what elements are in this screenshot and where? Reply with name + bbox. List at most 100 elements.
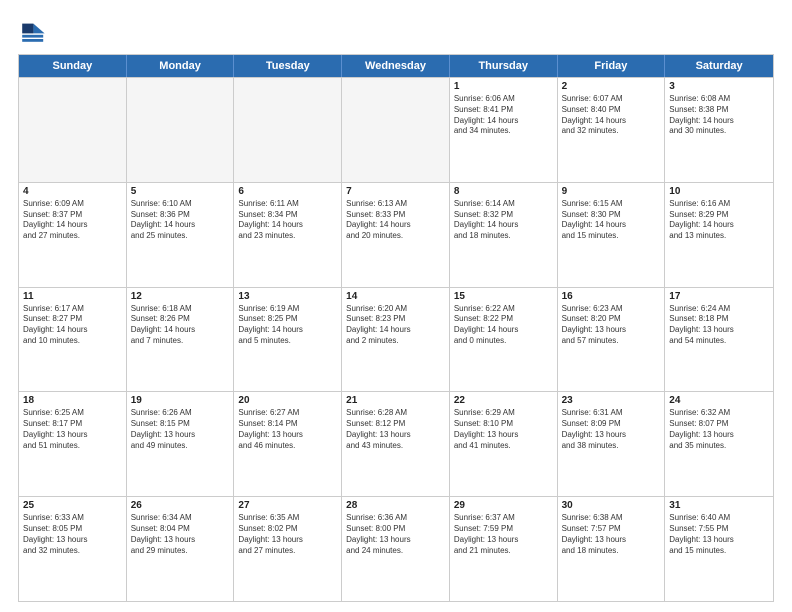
day-cell-9: 9Sunrise: 6:15 AM Sunset: 8:30 PM Daylig… [558, 183, 666, 287]
calendar-row-2: 11 Sunrise: 6:17 AM Sunset: 8:27 PM Dayli… [19, 287, 773, 392]
day-number: 1 [454, 81, 553, 92]
day-cell-31: 31Sunrise: 6:40 AM Sunset: 7:55 PM Dayli… [665, 497, 773, 601]
day-info: Sunrise: 6:09 AM Sunset: 8:37 PM Dayligh… [23, 199, 122, 242]
day-info: Sunrise: 6:35 AM Sunset: 8:02 PM Dayligh… [238, 513, 337, 556]
day-number: 30 [562, 500, 661, 511]
day-info: Sunrise: 6:13 AM Sunset: 8:33 PM Dayligh… [346, 199, 445, 242]
day-cell-2: 2 Sunrise: 6:07 AM Sunset: 8:40 PM Daylig… [558, 78, 666, 182]
day-cell-13: 13 Sunrise: 6:19 AM Sunset: 8:25 PM Dayli… [234, 288, 342, 392]
day-info: Sunrise: 6:16 AM Sunset: 8:29 PM Dayligh… [669, 199, 769, 242]
day-cell-19: 19Sunrise: 6:26 AM Sunset: 8:15 PM Dayli… [127, 392, 235, 496]
day-number: 17 [669, 291, 769, 302]
calendar-body: 1Sunrise: 6:06 AM Sunset: 8:41 PM Daylig… [19, 77, 773, 601]
header-day-thursday: Thursday [450, 55, 558, 77]
day-number: 5 [131, 186, 230, 197]
day-number: 15 [454, 291, 553, 302]
day-info: Sunrise: 6:32 AM Sunset: 8:07 PM Dayligh… [669, 408, 769, 451]
day-info: Sunrise: 6:33 AM Sunset: 8:05 PM Dayligh… [23, 513, 122, 556]
day-info: Sunrise: 6:11 AM Sunset: 8:34 PM Dayligh… [238, 199, 337, 242]
day-number: 7 [346, 186, 445, 197]
day-cell-21: 21 Sunrise: 6:28 AM Sunset: 8:12 PM Dayli… [342, 392, 450, 496]
day-cell-27: 27 Sunrise: 6:35 AM Sunset: 8:02 PM Dayli… [234, 497, 342, 601]
logo-icon [18, 18, 46, 46]
day-cell-4: 4 Sunrise: 6:09 AM Sunset: 8:37 PM Daylig… [19, 183, 127, 287]
day-cell-25: 25 Sunrise: 6:33 AM Sunset: 8:05 PM Dayli… [19, 497, 127, 601]
day-info: Sunrise: 6:27 AM Sunset: 8:14 PM Dayligh… [238, 408, 337, 451]
day-cell-8: 8Sunrise: 6:14 AM Sunset: 8:32 PM Daylig… [450, 183, 558, 287]
day-cell-7: 7 Sunrise: 6:13 AM Sunset: 8:33 PM Daylig… [342, 183, 450, 287]
day-number: 11 [23, 291, 122, 302]
calendar-header: SundayMondayTuesdayWednesdayThursdayFrid… [19, 55, 773, 77]
day-number: 4 [23, 186, 122, 197]
day-cell-17: 17 Sunrise: 6:24 AM Sunset: 8:18 PM Dayli… [665, 288, 773, 392]
day-cell-3: 3 Sunrise: 6:08 AM Sunset: 8:38 PM Daylig… [665, 78, 773, 182]
day-info: Sunrise: 6:22 AM Sunset: 8:22 PM Dayligh… [454, 304, 553, 347]
day-info: Sunrise: 6:31 AM Sunset: 8:09 PM Dayligh… [562, 408, 661, 451]
empty-cell-0-2 [234, 78, 342, 182]
day-cell-15: 15 Sunrise: 6:22 AM Sunset: 8:22 PM Dayli… [450, 288, 558, 392]
day-number: 19 [131, 395, 230, 406]
day-cell-23: 23 Sunrise: 6:31 AM Sunset: 8:09 PM Dayli… [558, 392, 666, 496]
day-cell-11: 11 Sunrise: 6:17 AM Sunset: 8:27 PM Dayli… [19, 288, 127, 392]
empty-cell-0-1 [127, 78, 235, 182]
day-info: Sunrise: 6:36 AM Sunset: 8:00 PM Dayligh… [346, 513, 445, 556]
day-cell-26: 26 Sunrise: 6:34 AM Sunset: 8:04 PM Dayli… [127, 497, 235, 601]
empty-cell-0-3 [342, 78, 450, 182]
day-number: 31 [669, 500, 769, 511]
day-number: 10 [669, 186, 769, 197]
header [18, 18, 774, 46]
day-info: Sunrise: 6:15 AM Sunset: 8:30 PM Dayligh… [562, 199, 661, 242]
day-info: Sunrise: 6:19 AM Sunset: 8:25 PM Dayligh… [238, 304, 337, 347]
logo [18, 18, 50, 46]
day-number: 12 [131, 291, 230, 302]
day-number: 27 [238, 500, 337, 511]
day-cell-28: 28 Sunrise: 6:36 AM Sunset: 8:00 PM Dayli… [342, 497, 450, 601]
header-day-tuesday: Tuesday [234, 55, 342, 77]
day-cell-30: 30 Sunrise: 6:38 AM Sunset: 7:57 PM Dayli… [558, 497, 666, 601]
header-day-friday: Friday [558, 55, 666, 77]
header-day-monday: Monday [127, 55, 235, 77]
header-day-wednesday: Wednesday [342, 55, 450, 77]
calendar-row-4: 25 Sunrise: 6:33 AM Sunset: 8:05 PM Dayli… [19, 496, 773, 601]
day-info: Sunrise: 6:29 AM Sunset: 8:10 PM Dayligh… [454, 408, 553, 451]
day-info: Sunrise: 6:24 AM Sunset: 8:18 PM Dayligh… [669, 304, 769, 347]
day-number: 23 [562, 395, 661, 406]
day-number: 14 [346, 291, 445, 302]
day-cell-1: 1Sunrise: 6:06 AM Sunset: 8:41 PM Daylig… [450, 78, 558, 182]
day-number: 18 [23, 395, 122, 406]
calendar-row-0: 1Sunrise: 6:06 AM Sunset: 8:41 PM Daylig… [19, 77, 773, 182]
day-info: Sunrise: 6:23 AM Sunset: 8:20 PM Dayligh… [562, 304, 661, 347]
day-number: 25 [23, 500, 122, 511]
day-number: 8 [454, 186, 553, 197]
day-number: 21 [346, 395, 445, 406]
day-cell-5: 5Sunrise: 6:10 AM Sunset: 8:36 PM Daylig… [127, 183, 235, 287]
day-number: 28 [346, 500, 445, 511]
day-number: 3 [669, 81, 769, 92]
day-number: 26 [131, 500, 230, 511]
day-info: Sunrise: 6:08 AM Sunset: 8:38 PM Dayligh… [669, 94, 769, 137]
day-number: 22 [454, 395, 553, 406]
day-cell-20: 20 Sunrise: 6:27 AM Sunset: 8:14 PM Dayli… [234, 392, 342, 496]
calendar-row-1: 4 Sunrise: 6:09 AM Sunset: 8:37 PM Daylig… [19, 182, 773, 287]
day-info: Sunrise: 6:18 AM Sunset: 8:26 PM Dayligh… [131, 304, 230, 347]
day-cell-16: 16 Sunrise: 6:23 AM Sunset: 8:20 PM Dayli… [558, 288, 666, 392]
day-number: 6 [238, 186, 337, 197]
day-cell-29: 29 Sunrise: 6:37 AM Sunset: 7:59 PM Dayli… [450, 497, 558, 601]
day-info: Sunrise: 6:38 AM Sunset: 7:57 PM Dayligh… [562, 513, 661, 556]
day-info: Sunrise: 6:20 AM Sunset: 8:23 PM Dayligh… [346, 304, 445, 347]
day-info: Sunrise: 6:28 AM Sunset: 8:12 PM Dayligh… [346, 408, 445, 451]
day-info: Sunrise: 6:17 AM Sunset: 8:27 PM Dayligh… [23, 304, 122, 347]
day-info: Sunrise: 6:25 AM Sunset: 8:17 PM Dayligh… [23, 408, 122, 451]
day-number: 24 [669, 395, 769, 406]
day-number: 13 [238, 291, 337, 302]
day-info: Sunrise: 6:07 AM Sunset: 8:40 PM Dayligh… [562, 94, 661, 137]
header-day-sunday: Sunday [19, 55, 127, 77]
day-number: 2 [562, 81, 661, 92]
day-number: 29 [454, 500, 553, 511]
day-info: Sunrise: 6:37 AM Sunset: 7:59 PM Dayligh… [454, 513, 553, 556]
header-day-saturday: Saturday [665, 55, 773, 77]
day-number: 20 [238, 395, 337, 406]
calendar: SundayMondayTuesdayWednesdayThursdayFrid… [18, 54, 774, 602]
day-number: 16 [562, 291, 661, 302]
day-info: Sunrise: 6:34 AM Sunset: 8:04 PM Dayligh… [131, 513, 230, 556]
